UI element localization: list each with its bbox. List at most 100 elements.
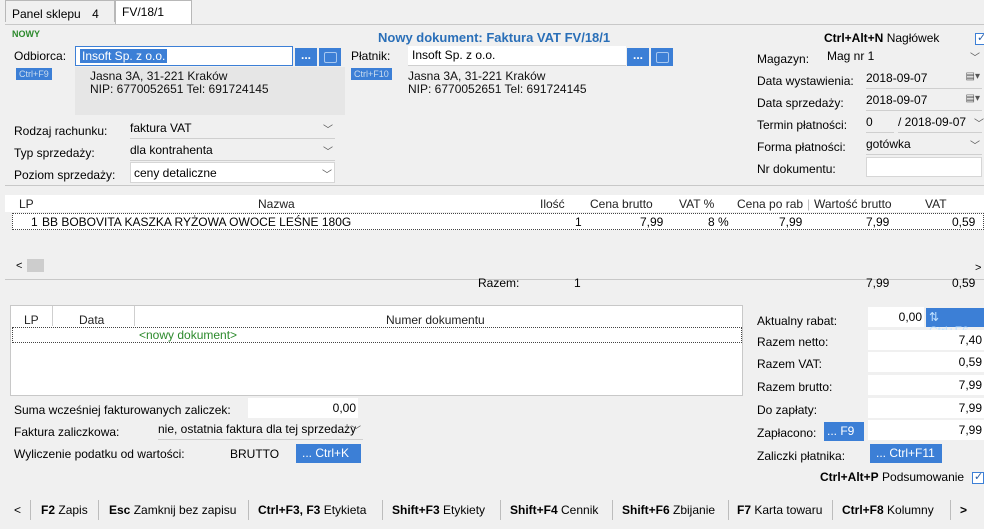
doc-col-lp[interactable]: LP xyxy=(24,313,39,327)
label-button[interactable]: Ctrl+F3, F3 Etykieta xyxy=(258,503,366,517)
bottom-scroll-left-icon[interactable]: < xyxy=(14,503,21,517)
row-vat-pct: 8 % xyxy=(708,215,729,229)
podsumowanie-checkbox[interactable] xyxy=(972,470,984,484)
col-cena-brutto[interactable]: Cena brutto xyxy=(590,197,653,211)
naglowek-checkbox[interactable] xyxy=(975,31,984,45)
odbiorca-label: Odbiorca: xyxy=(14,49,67,63)
magazyn-select[interactable]: Mag nr 1 ﹀ xyxy=(827,46,982,67)
labels-button[interactable]: Shift+F3 Etykiety xyxy=(392,503,485,517)
rodzaj-select[interactable]: faktura VAT ﹀ xyxy=(130,118,335,139)
shortcut-label: Ctrl+Alt+N xyxy=(824,31,884,45)
faktura-zaliczkowa-label: Faktura zaliczkowa: xyxy=(14,425,120,439)
col-divider: | xyxy=(807,197,811,211)
rodzaj-label: Rodzaj rachunku: xyxy=(14,124,108,138)
typ-select[interactable]: dla kontrahenta ﹀ xyxy=(130,140,335,161)
close-without-save-button[interactable]: Esc Zamknij bez zapisu xyxy=(109,503,236,517)
calendar-icon[interactable]: ▤▾ xyxy=(966,71,980,82)
forma-label: Forma płatności: xyxy=(757,140,846,154)
wyliczenie-button[interactable]: ... Ctrl+K xyxy=(296,444,361,463)
scroll-left-icon[interactable]: < xyxy=(16,260,22,272)
row-wartosc: 7,99 xyxy=(866,215,890,229)
razem-ilosc: 1 xyxy=(574,276,581,290)
vat-value: 0,59 xyxy=(868,352,984,372)
odbiorca-input[interactable]: Insoft Sp. z o.o. xyxy=(75,46,293,66)
divider xyxy=(248,500,249,520)
tab-label: FV/18/1 xyxy=(122,5,165,19)
termin-days-input[interactable]: 0 xyxy=(866,112,894,133)
page-title: Nowy dokument: Faktura VAT FV/18/1 xyxy=(378,30,611,45)
col-nazwa[interactable]: Nazwa xyxy=(258,197,295,211)
divider xyxy=(500,500,501,520)
faktura-zaliczkowa-select[interactable]: nie, ostatnia faktura dla tej sprzedaży ﹀ xyxy=(158,419,363,440)
rabat-button[interactable]: ⇅ Ctrl+F6 xyxy=(926,308,984,338)
vat-label: Razem VAT: xyxy=(757,357,822,371)
doc-col-numer[interactable]: Numer dokumentu xyxy=(386,313,485,327)
table-row[interactable] xyxy=(12,327,742,343)
divider xyxy=(134,306,135,326)
zaplacono-value[interactable]: 7,99 xyxy=(868,420,984,440)
col-lp[interactable]: LP xyxy=(19,197,34,211)
scrollbar-thumb[interactable] xyxy=(27,259,44,272)
col-vat[interactable]: VAT xyxy=(925,197,947,211)
chevron-down-icon: ﹀ xyxy=(322,170,332,181)
odbiorca-dots-button[interactable]: ... xyxy=(295,48,317,66)
save-button[interactable]: F2 Zapis xyxy=(41,503,88,517)
odbiorca-card-icon[interactable] xyxy=(319,48,341,66)
termin-date-input[interactable]: / 2018-09-07 ﹀ xyxy=(898,112,984,133)
platnik-shortcut: Ctrl+F10 xyxy=(351,68,392,80)
zaplacono-button[interactable]: ... F9 xyxy=(824,422,864,441)
data-wyst-input[interactable]: 2018-09-07 ▤▾ xyxy=(866,68,982,89)
data-wyst-label: Data wystawienia: xyxy=(757,74,854,88)
podsumowanie-label: Podsumowanie xyxy=(882,470,965,484)
termin-label: Termin płatności: xyxy=(757,118,848,132)
poziom-select[interactable]: ceny detaliczne ﹀ xyxy=(130,162,335,183)
divider xyxy=(382,500,383,520)
divider xyxy=(728,500,729,520)
doc-col-data[interactable]: Data xyxy=(79,313,104,327)
bottom-scroll-right-icon[interactable]: > xyxy=(960,503,967,517)
col-cena-rab[interactable]: Cena po rab xyxy=(737,197,803,211)
row-cena: 7,99 xyxy=(640,215,664,229)
row-ilosc: 1 xyxy=(575,215,582,229)
poziom-label: Poziom sprzedaży: xyxy=(14,168,116,182)
price-list-button[interactable]: Shift+F4 Cennik xyxy=(510,503,598,517)
chevron-down-icon: ﹀ xyxy=(970,141,980,152)
rabat-value[interactable]: 0,00 xyxy=(868,307,924,327)
col-vat-pct[interactable]: VAT % xyxy=(679,197,714,211)
nr-dokumentu-input[interactable] xyxy=(866,157,982,177)
scroll-right-icon[interactable]: > xyxy=(975,262,981,274)
product-card-button[interactable]: F7 Karta towaru xyxy=(737,503,822,517)
data-sprz-input[interactable]: 2018-09-07 ▤▾ xyxy=(866,90,982,111)
tab-fv[interactable]: FV/18/1 xyxy=(115,0,192,25)
tab-panel-sklepu[interactable]: Panel sklepu 4 xyxy=(5,0,115,22)
chevron-down-icon: ﹀ xyxy=(323,147,333,158)
calendar-icon[interactable]: ▤▾ xyxy=(966,93,980,104)
platnik-card-icon[interactable] xyxy=(651,48,673,66)
magazyn-label: Magazyn: xyxy=(757,52,810,66)
typ-label: Typ sprzedaży: xyxy=(14,146,95,160)
columns-button[interactable]: Ctrl+F8 Kolumny xyxy=(842,503,934,517)
col-wartosc-brutto[interactable]: Wartość brutto xyxy=(814,197,892,211)
zaliczki-button[interactable]: ... Ctrl+F11 xyxy=(870,444,942,463)
shortcut-label: Ctrl+Alt+P xyxy=(820,470,879,484)
suma-value: 0,00 xyxy=(248,398,358,418)
forma-select[interactable]: gotówka ﹀ xyxy=(866,134,982,155)
wyliczenie-label: Wyliczenie podatku od wartości: xyxy=(14,447,185,461)
col-ilosc[interactable]: Ilość xyxy=(540,197,565,211)
chevron-down-icon: ﹀ xyxy=(970,53,980,64)
zbijanie-button[interactable]: Shift+F6 Zbijanie xyxy=(622,503,715,517)
bottom-toolbar: < F2 Zapis Esc Zamknij bez zapisu Ctrl+F… xyxy=(0,492,984,529)
divider xyxy=(52,306,53,326)
podsumowanie-toggle[interactable]: Ctrl+Alt+P Podsumowanie xyxy=(820,470,964,484)
naglowek-toggle[interactable]: Ctrl+Alt+N Nagłówek xyxy=(824,31,939,45)
platnik-input[interactable]: Insoft Sp. z o.o. xyxy=(408,46,626,66)
documents-table xyxy=(10,305,743,396)
divider xyxy=(950,500,951,520)
tab-count: 4 xyxy=(92,7,99,21)
new-document-link[interactable]: <nowy dokument> xyxy=(139,328,237,342)
row-nazwa: BB BOBOVITA KASZKA RYŻOWA OWOCE LEŚNE 18… xyxy=(42,215,352,229)
divider xyxy=(98,500,99,520)
chevron-down-icon: ﹀ xyxy=(351,426,361,437)
razem-label: Razem: xyxy=(478,276,520,290)
platnik-dots-button[interactable]: ... xyxy=(627,48,649,66)
